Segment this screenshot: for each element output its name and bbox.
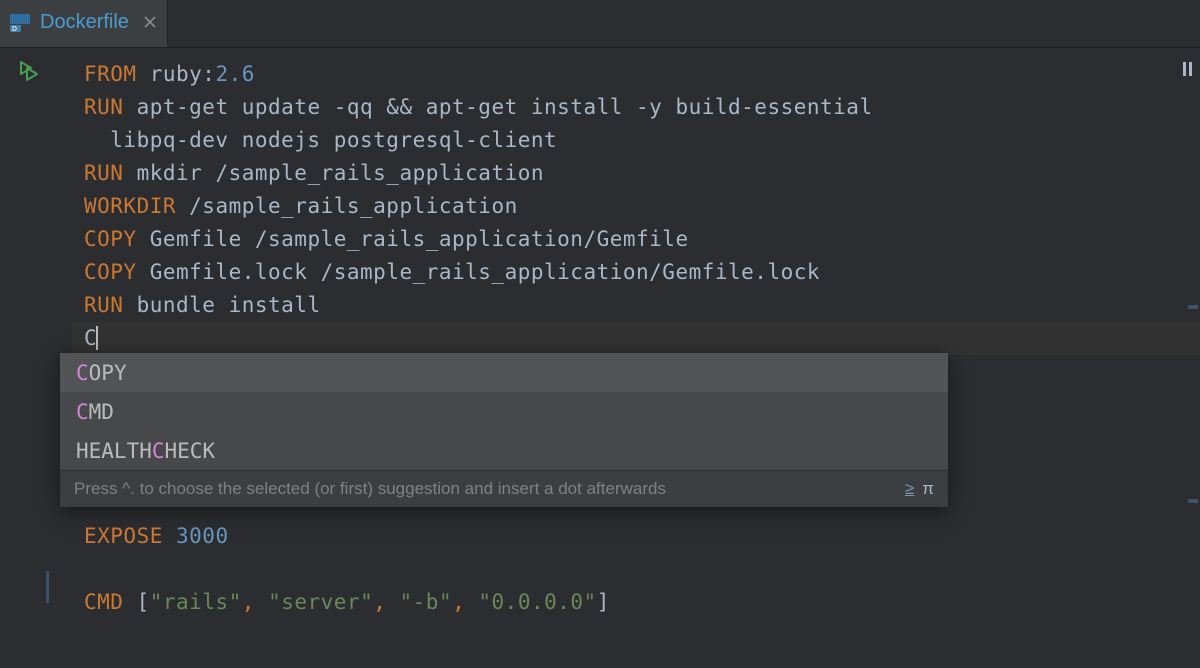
text-cursor bbox=[96, 326, 98, 350]
analysis-paused-icon[interactable] bbox=[1183, 62, 1192, 76]
code-line: libpq-dev nodejs postgresql-client bbox=[84, 124, 1188, 157]
tab-label: Dockerfile bbox=[40, 11, 129, 34]
code-line: RUN bundle install bbox=[84, 289, 1188, 322]
hint-icon[interactable]: π bbox=[922, 479, 934, 499]
line-marker bbox=[46, 571, 49, 603]
code-line: RUN mkdir /sample_rails_application bbox=[84, 157, 1188, 190]
right-gutter bbox=[1180, 48, 1198, 668]
hint-icon[interactable]: ≥ bbox=[905, 479, 914, 499]
autocomplete-item[interactable]: COPY bbox=[60, 353, 948, 392]
close-icon[interactable] bbox=[143, 15, 157, 29]
marker-tick[interactable] bbox=[1188, 305, 1198, 309]
editor-area: FROM ruby:2.6 RUN apt-get update -qq && … bbox=[0, 48, 1200, 668]
code-line: WORKDIR /sample_rails_application bbox=[84, 190, 1188, 223]
docker-file-icon: D bbox=[8, 10, 32, 34]
svg-text:D: D bbox=[12, 26, 17, 33]
code-line-current: C bbox=[84, 322, 1188, 355]
autocomplete-hint-text: Press ^. to choose the selected (or firs… bbox=[74, 479, 666, 499]
code-line bbox=[84, 553, 1188, 586]
code-line: FROM ruby:2.6 bbox=[84, 58, 1188, 91]
code-line: RUN apt-get update -qq && apt-get instal… bbox=[84, 91, 1188, 124]
autocomplete-item[interactable]: CMD bbox=[60, 392, 948, 431]
autocomplete-item[interactable]: HEALTHCHECK bbox=[60, 431, 948, 470]
run-icon[interactable] bbox=[18, 60, 40, 87]
code-line: EXPOSE 3000 bbox=[84, 520, 1188, 553]
marker-tick[interactable] bbox=[1188, 499, 1198, 503]
code-line: COPY Gemfile.lock /sample_rails_applicat… bbox=[84, 256, 1188, 289]
autocomplete-popup: COPY CMD HEALTHCHECK Press ^. to choose … bbox=[60, 353, 948, 507]
autocomplete-hint: Press ^. to choose the selected (or firs… bbox=[60, 470, 948, 507]
file-tab-dockerfile[interactable]: D Dockerfile bbox=[0, 0, 168, 47]
tab-bar: D Dockerfile bbox=[0, 0, 1200, 48]
code-line: CMD ["rails", "server", "-b", "0.0.0.0"] bbox=[84, 586, 1188, 619]
code-line: COPY Gemfile /sample_rails_application/G… bbox=[84, 223, 1188, 256]
